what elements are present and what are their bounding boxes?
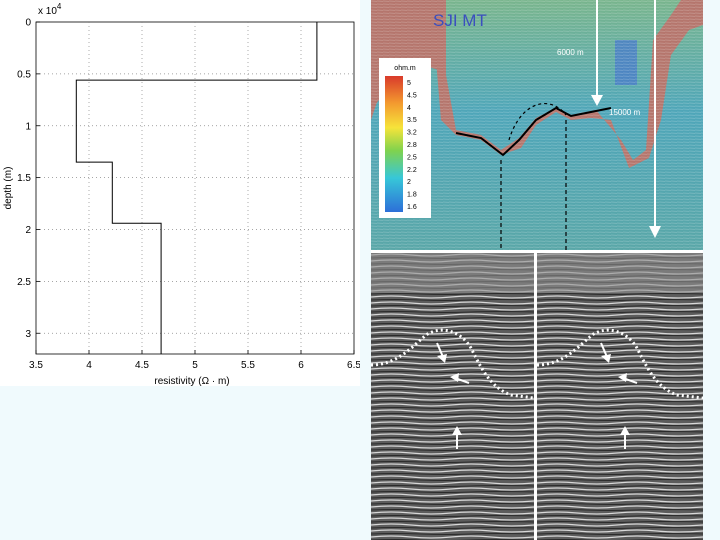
y-tick-label: 2	[25, 225, 31, 236]
y-tick-label: 2.5	[17, 277, 31, 288]
mt-title: SJI MT	[433, 11, 487, 30]
chart-svg: 3.5 4 4.5 5 5.5 6 6.5 00.511.522.53 x 104 resi…	[3, 2, 360, 386]
seismic-section-right	[537, 253, 703, 540]
colorbar-tick-label: 3.2	[407, 130, 417, 137]
y-tick-label: 1.5	[17, 173, 31, 184]
resistivity-depth-chart: 3.5 4 4.5 5 5.5 6 6.5 0 0.5 1 1.5 2 2.5 3 x 104 resi…	[0, 0, 360, 386]
y-tick-label: 1	[25, 121, 31, 132]
y-multiplier-base: x 10	[38, 6, 57, 17]
label-6000: 6000 m	[557, 48, 584, 57]
mt-section-svg: SJI MT 6000 m 15000 m ohm.m 5 4.5 4 3.5 3.2 2…	[371, 0, 703, 250]
y-tick-label: 0	[25, 18, 31, 29]
x-tick-label: 6.5	[347, 360, 360, 371]
y-multiplier: x 104	[38, 2, 62, 17]
colorbar	[385, 76, 403, 212]
seismic-right-top-band	[537, 253, 703, 293]
colorbar-tick-label: 5	[407, 80, 411, 87]
label-15000: 15000 m	[609, 108, 640, 117]
colorbar-tick-label: 2.5	[407, 154, 417, 161]
colorbar-tick-label: 4.5	[407, 92, 417, 99]
x-tick-label: 5	[192, 360, 198, 371]
colorbar-tick-label: 2.2	[407, 167, 417, 174]
y-axis-label: depth (m)	[3, 167, 14, 210]
colorbar-tick-label: 2	[407, 179, 411, 186]
colorbar-tick-label: 4	[407, 105, 411, 112]
plot-area	[35, 21, 355, 355]
x-tick-label: 5.5	[241, 360, 255, 371]
seismic-left-top-band	[371, 253, 534, 293]
x-tick-label: 4	[86, 360, 92, 371]
y-tick-label: 0.5	[17, 69, 31, 80]
y-multiplier-exp: 4	[57, 2, 62, 11]
seismic-right-svg	[537, 253, 703, 540]
x-axis-label: resistivity (Ω · m)	[154, 376, 229, 386]
seismic-left-background	[371, 253, 534, 540]
seismic-left-svg	[371, 253, 534, 540]
colorbar-tick-label: 3.5	[407, 117, 417, 124]
x-tick-label: 6	[298, 360, 304, 371]
mt-section: SJI MT 6000 m 15000 m ohm.m 5 4.5 4 3.5 3.2 2…	[371, 0, 703, 250]
x-tick-label: 4.5	[135, 360, 149, 371]
colorbar-tick-label: 2.8	[407, 142, 417, 149]
colorbar-unit: ohm.m	[394, 65, 416, 72]
seismic-section-left	[371, 253, 534, 540]
x-tick-label: 3.5	[29, 360, 43, 371]
y-tick-label: 3	[25, 329, 31, 340]
colorbar-tick-label: 1.6	[407, 204, 417, 211]
colorbar-tick-label: 1.8	[407, 192, 417, 199]
